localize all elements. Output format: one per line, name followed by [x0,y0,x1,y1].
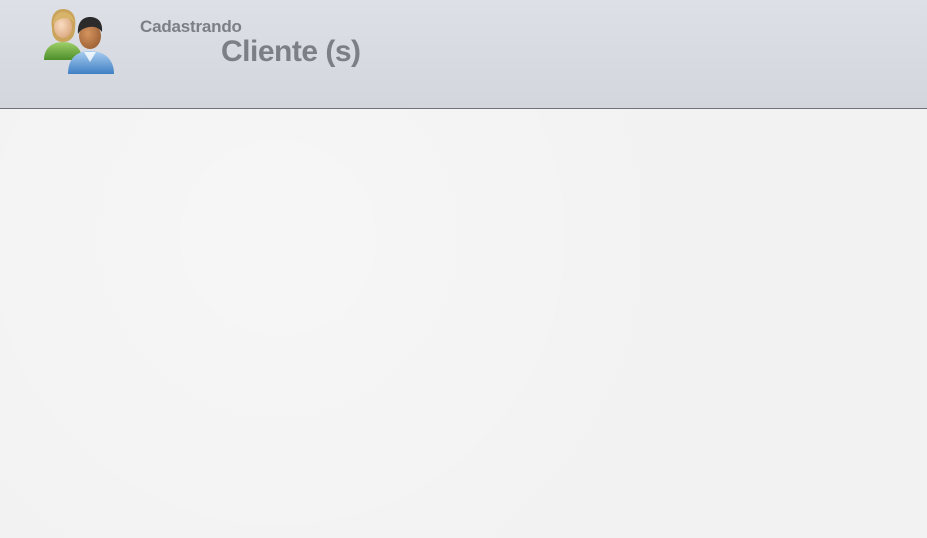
content-area [0,109,927,538]
page-subtitle: Cadastrando [140,17,242,36]
page-title: Cliente (s) [221,35,361,68]
users-icon [44,9,114,74]
page-header: Cadastrando Cliente (s) [0,0,927,109]
